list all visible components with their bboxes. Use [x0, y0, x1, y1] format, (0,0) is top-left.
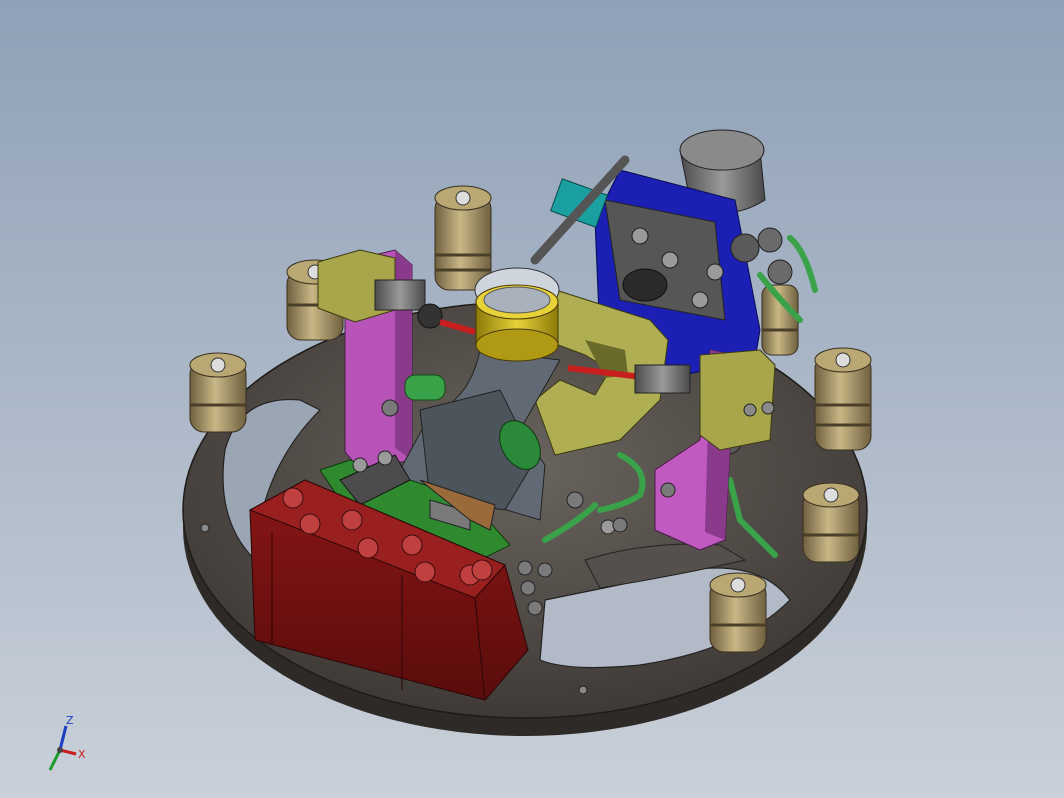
axis-triad[interactable]: Z X	[38, 712, 98, 778]
bronze-column-bottom[interactable]	[709, 572, 767, 653]
fixture-3d-model[interactable]	[0, 0, 1064, 798]
z-axis-label: Z	[66, 714, 74, 727]
cad-viewport[interactable]: Z X	[0, 0, 1064, 798]
x-axis-label: X	[78, 748, 86, 761]
olive-clamp-right[interactable]	[699, 349, 776, 451]
bronze-column-top[interactable]	[434, 185, 492, 291]
y-axis-icon	[48, 749, 62, 771]
bronze-column-right[interactable]	[814, 347, 872, 451]
bronze-column-right-front[interactable]	[802, 482, 860, 563]
gold-ring-bore[interactable]	[474, 267, 560, 362]
bronze-column-left-front[interactable]	[189, 352, 247, 433]
z-axis-icon	[58, 725, 68, 751]
